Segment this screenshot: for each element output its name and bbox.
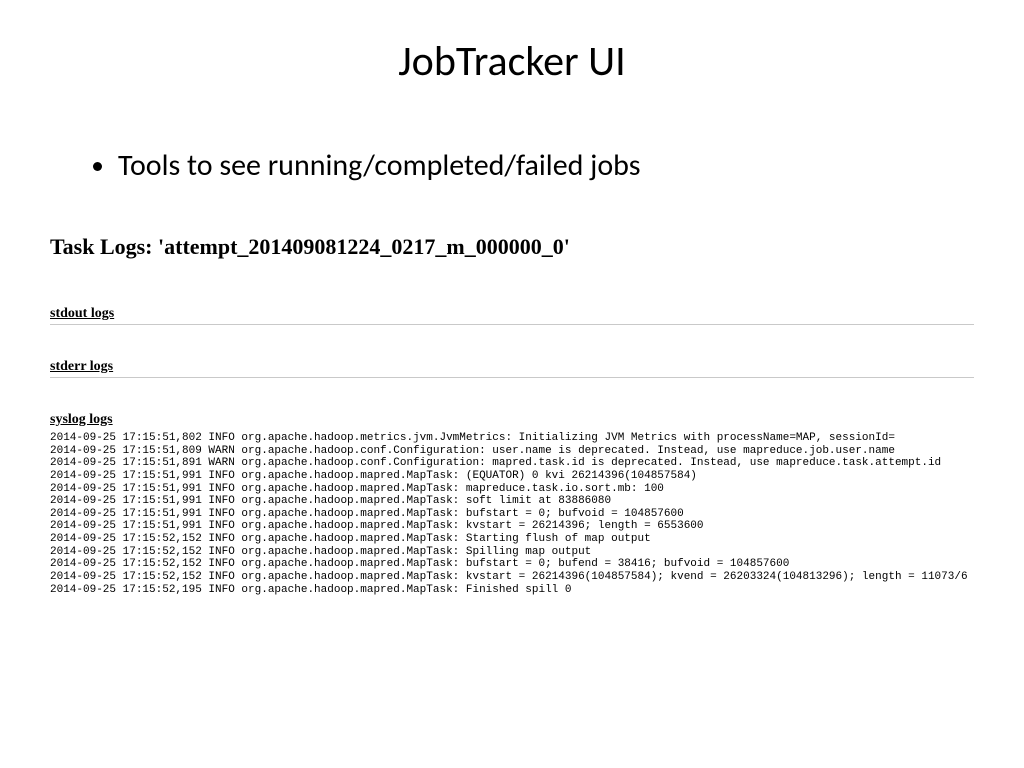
log-line: 2014-09-25 17:15:51,891 WARN org.apache.… [50, 457, 974, 470]
log-line: 2014-09-25 17:15:51,991 INFO org.apache.… [50, 508, 974, 521]
log-line: 2014-09-25 17:15:51,991 INFO org.apache.… [50, 495, 974, 508]
syslog-log-lines: 2014-09-25 17:15:51,802 INFO org.apache.… [50, 432, 974, 596]
log-line: 2014-09-25 17:15:52,195 INFO org.apache.… [50, 584, 974, 597]
log-line: 2014-09-25 17:15:52,152 INFO org.apache.… [50, 533, 974, 546]
bullet-item: Tools to see running/completed/failed jo… [118, 147, 974, 184]
stderr-label: stderr logs [50, 359, 974, 375]
syslog-label: syslog logs [50, 412, 974, 428]
log-line: 2014-09-25 17:15:51,991 INFO org.apache.… [50, 483, 974, 496]
stdout-section: stdout logs [50, 306, 974, 325]
divider [50, 377, 974, 378]
log-line: 2014-09-25 17:15:51,991 INFO org.apache.… [50, 470, 974, 483]
syslog-section: syslog logs 2014-09-25 17:15:51,802 INFO… [50, 412, 974, 596]
log-line: 2014-09-25 17:15:52,152 INFO org.apache.… [50, 546, 974, 559]
slide: JobTracker UI Tools to see running/compl… [0, 0, 1024, 768]
log-line: 2014-09-25 17:15:51,809 WARN org.apache.… [50, 445, 974, 458]
stderr-section: stderr logs [50, 359, 974, 378]
task-logs-heading: Task Logs: 'attempt_201409081224_0217_m_… [50, 234, 974, 260]
log-line: 2014-09-25 17:15:52,152 INFO org.apache.… [50, 558, 974, 571]
bullet-list: Tools to see running/completed/failed jo… [98, 147, 974, 184]
stdout-label: stdout logs [50, 306, 974, 322]
log-line: 2014-09-25 17:15:51,991 INFO org.apache.… [50, 520, 974, 533]
log-line: 2014-09-25 17:15:52,152 INFO org.apache.… [50, 571, 974, 584]
log-line: 2014-09-25 17:15:51,802 INFO org.apache.… [50, 432, 974, 445]
divider [50, 324, 974, 325]
slide-title: JobTracker UI [50, 36, 974, 87]
